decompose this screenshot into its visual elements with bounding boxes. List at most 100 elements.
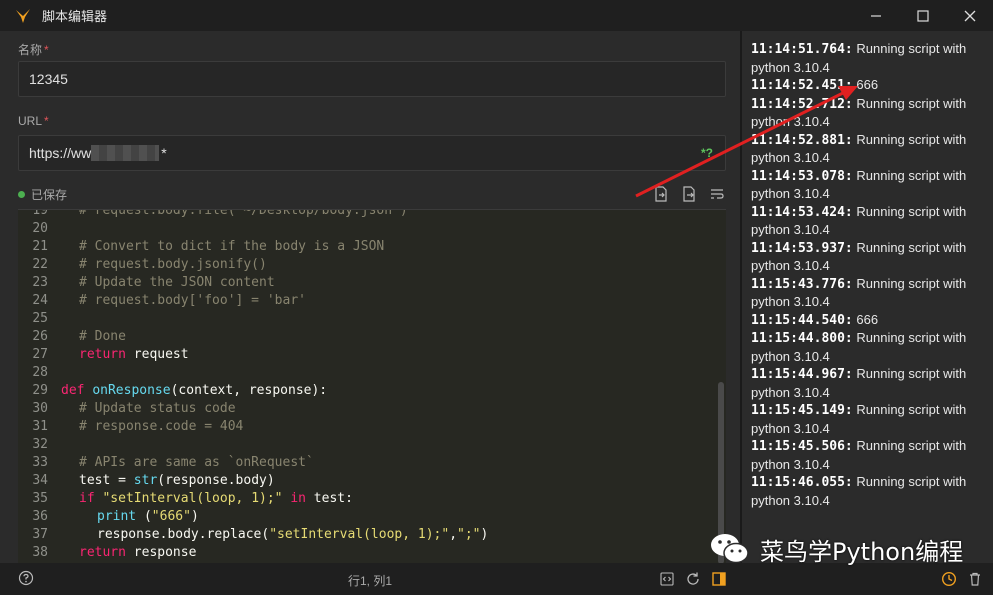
code-text: test = str(response.body) <box>79 473 275 488</box>
code-text: # request.body.jsonify() <box>79 257 267 272</box>
saved-status-text: 已保存 <box>31 187 68 202</box>
code-line: 30 # Update status code <box>18 400 726 418</box>
history-button[interactable] <box>940 570 958 588</box>
log-timestamp: 11:14:53.937: <box>751 240 853 256</box>
url-label: URL * <box>18 114 49 128</box>
code-text: def onResponse(context, response): <box>61 383 328 398</box>
code-text: return request <box>79 347 189 362</box>
line-number: 36 <box>32 509 48 524</box>
name-input[interactable]: 12345 <box>18 61 726 97</box>
line-number: 32 <box>32 437 48 452</box>
log-list: 11:14:51.764: Running script with python… <box>751 40 993 509</box>
code-line: 35 if "setInterval(loop, 1);" in test: <box>18 490 726 508</box>
line-number: 30 <box>32 401 48 416</box>
code-lines: 19 # request.body.file('~/Desktop/body.js… <box>18 210 726 563</box>
code-text: print ("666") <box>97 509 199 524</box>
console-log-pane: 11:14:51.764: Running script with python… <box>742 31 993 563</box>
import-file-button[interactable] <box>652 185 670 203</box>
split-panel-icon <box>712 572 726 586</box>
reload-button[interactable] <box>684 570 702 588</box>
clock-icon <box>941 571 957 587</box>
log-entry: 11:14:51.764: Running script with python… <box>751 40 993 76</box>
log-entry: 11:14:53.078: Running script with python… <box>751 167 993 203</box>
line-number: 26 <box>32 329 48 344</box>
minimize-button[interactable] <box>852 0 899 31</box>
code-line: 31 # response.code = 404 <box>18 418 726 436</box>
code-line: 38 return response <box>18 544 726 562</box>
url-input[interactable]: https://ww * *? <box>18 135 726 171</box>
close-button[interactable] <box>946 0 993 31</box>
line-number: 28 <box>32 365 48 380</box>
code-line: 26 # Done <box>18 328 726 346</box>
log-entry: 11:15:45.149: Running script with python… <box>751 401 993 437</box>
title-bar: 脚本编辑器 <box>0 0 993 31</box>
line-number: 37 <box>32 527 48 542</box>
code-line: 22 # request.body.jsonify() <box>18 256 726 274</box>
cursor-position: 行1, 列1 <box>347 574 393 588</box>
log-entry: 11:14:53.424: Running script with python… <box>751 203 993 239</box>
close-icon <box>964 10 975 21</box>
line-number: 29 <box>32 383 48 398</box>
line-number: 34 <box>32 473 48 488</box>
line-number: 23 <box>32 275 48 290</box>
log-timestamp: 11:15:46.055: <box>751 475 853 490</box>
code-text: return response <box>79 545 197 560</box>
code-line: 24 # request.body['foo'] = 'bar' <box>18 292 726 310</box>
line-number: 38 <box>32 545 48 560</box>
code-text: # Update the JSON content <box>79 275 275 290</box>
code-line: 37 response.body.replace("setInterval(loo… <box>18 526 726 544</box>
line-number: 20 <box>32 221 48 236</box>
save-status-row: 已保存 <box>18 185 726 203</box>
code-line: 29 def onResponse(context, response): <box>18 382 726 400</box>
line-number: 22 <box>32 257 48 272</box>
line-number: 21 <box>32 239 48 254</box>
code-format-button[interactable] <box>658 570 676 588</box>
name-label: 名称 * <box>18 43 49 57</box>
log-entry: 11:15:44.800: Running script with python… <box>751 329 993 365</box>
log-timestamp: 11:15:44.540: <box>751 312 853 328</box>
regex-toggle[interactable]: *? <box>701 146 713 160</box>
export-file-button[interactable] <box>680 185 698 203</box>
log-timestamp: 11:14:53.078: <box>751 168 853 184</box>
bottom-status-bar: 行1, 列1 <box>0 563 993 595</box>
line-number: 25 <box>32 311 48 326</box>
log-message: 666 <box>852 311 879 327</box>
code-line: 36 print ("666") <box>18 508 726 526</box>
log-message: 666 <box>852 77 879 92</box>
log-timestamp: 11:14:52.712: <box>751 96 853 112</box>
redacted-mask <box>91 145 160 161</box>
log-timestamp: 11:14:51.764: <box>751 42 853 57</box>
export-file-icon <box>683 186 695 202</box>
wrap-lines-button[interactable] <box>708 185 726 203</box>
log-timestamp: 11:15:45.149: <box>751 403 853 418</box>
log-entry: 11:15:44.967: Running script with python… <box>751 365 993 401</box>
code-text: # request.body['foo'] = 'bar' <box>79 293 306 308</box>
code-text: # response.code = 404 <box>79 419 244 434</box>
code-text: response.body.replace("setInterval(loop,… <box>97 527 489 542</box>
log-entry: 11:14:53.937: Running script with python… <box>751 239 993 275</box>
code-editor[interactable]: 19 # request.body.file('~/Desktop/body.js… <box>18 209 726 563</box>
code-line: 32 <box>18 436 726 454</box>
wrap-lines-icon <box>711 189 724 199</box>
log-timestamp: 11:14:52.881: <box>751 132 853 148</box>
log-timestamp: 11:14:52.451: <box>751 78 853 93</box>
code-line: 33 # APIs are same as `onRequest` <box>18 454 726 472</box>
code-line: 34 test = str(response.body) <box>18 472 726 490</box>
log-entry: 11:15:46.055: Running script with python… <box>751 473 993 509</box>
maximize-button[interactable] <box>899 0 946 31</box>
log-timestamp: 11:14:53.424: <box>751 204 853 220</box>
refresh-icon <box>687 572 699 585</box>
wechat-logo-icon <box>711 534 749 564</box>
trash-icon <box>970 572 980 586</box>
code-text: # request.body.file('~/Desktop/body.json… <box>79 209 408 218</box>
line-number: 19 <box>32 209 48 218</box>
clear-log-button[interactable] <box>966 570 984 588</box>
toggle-console-button[interactable] <box>710 570 728 588</box>
code-brackets-icon <box>660 572 674 586</box>
saved-status-dot <box>18 190 25 198</box>
window-title: 脚本编辑器 <box>42 9 108 24</box>
code-line: 25 <box>18 310 726 328</box>
code-line: 23 # Update the JSON content <box>18 274 726 292</box>
log-timestamp: 11:15:44.967: <box>751 367 853 382</box>
code-line: 19 # request.body.file('~/Desktop/body.js… <box>18 209 726 220</box>
